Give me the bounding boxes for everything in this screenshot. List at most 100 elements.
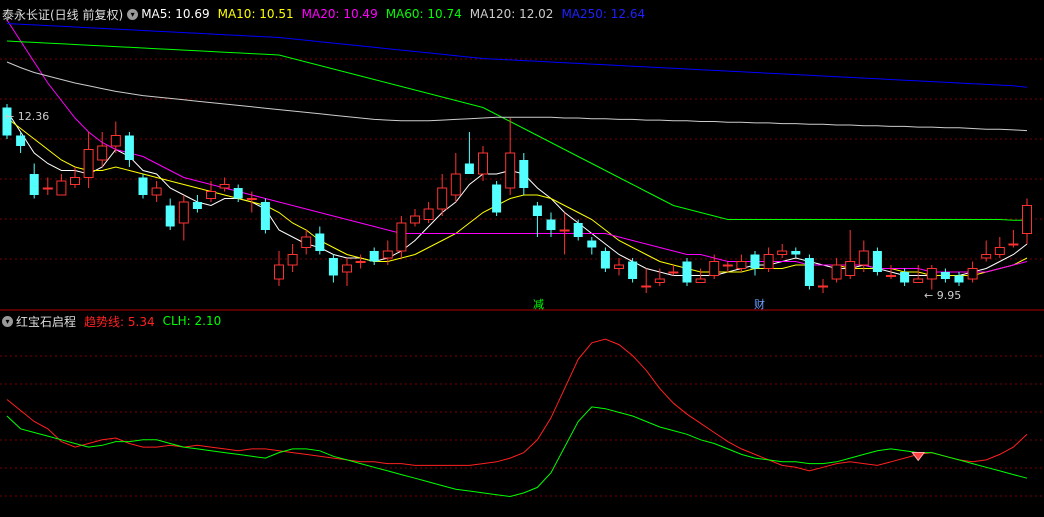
candle-body — [926, 268, 937, 280]
candle-body — [532, 205, 542, 216]
candle-body — [831, 264, 842, 280]
candle — [492, 181, 502, 216]
main-panel-header: 泰永长证(日线 前复权) ▾ MA5: 10.69 MA10: 10.51 MA… — [2, 5, 653, 23]
candle-body — [519, 160, 529, 188]
candle-body — [260, 202, 270, 230]
candle-body — [695, 278, 706, 283]
candle-body — [355, 261, 366, 263]
stock-title[interactable]: 泰永长证(日线 前复权) — [2, 6, 123, 23]
candle-body — [178, 201, 189, 224]
candle-body — [722, 264, 733, 267]
candle-body — [628, 261, 638, 279]
kline-chart — [0, 0, 1044, 517]
candle-body — [450, 173, 461, 196]
sub-panel-header: ▾ 红宝石启程 趋势线: 5.34 CLH: 2.10 — [2, 312, 229, 330]
candle-body — [546, 219, 556, 230]
ma250-label: MA250: 12.64 — [561, 7, 646, 21]
candle-body — [206, 191, 216, 199]
candle-body — [16, 135, 26, 146]
trend-line-label: 趋势线: 5.34 — [84, 314, 155, 329]
candle-body — [682, 261, 692, 283]
candle-body — [791, 251, 801, 255]
candle-body — [165, 205, 175, 227]
candle-body — [573, 223, 583, 237]
candle-body — [138, 177, 148, 195]
candle-body — [709, 261, 720, 276]
sub-indicator-title[interactable]: 红宝石启程 — [16, 313, 76, 330]
candle-body — [83, 149, 94, 178]
candle-body — [42, 187, 53, 190]
candle-body — [954, 275, 964, 283]
ma5-label: MA5: 10.69 — [141, 7, 210, 21]
candle-body — [872, 251, 882, 272]
candle-body — [328, 258, 338, 276]
candle-body — [423, 208, 434, 220]
candle-body — [940, 272, 950, 279]
candle-body — [913, 278, 924, 283]
candle-body — [763, 254, 774, 269]
candle-body — [654, 278, 665, 283]
candle-body — [994, 247, 1005, 255]
settings-icon[interactable]: ▾ — [2, 315, 13, 327]
candle-body — [29, 174, 39, 195]
candle-body — [315, 233, 325, 251]
candle-body — [151, 187, 162, 196]
candle — [872, 247, 882, 276]
candle-body — [246, 198, 257, 200]
candle-body — [641, 285, 652, 288]
candle-body — [478, 152, 488, 175]
candle-body — [505, 152, 516, 189]
candle-body — [192, 202, 202, 209]
candle-body — [845, 261, 856, 276]
candle-body — [464, 163, 474, 174]
candle-body — [600, 251, 610, 269]
high-price-label: ← 12.36 — [5, 110, 50, 123]
ma120-label: MA120: 12.02 — [469, 7, 554, 21]
low-price-label: ← 9.95 — [924, 289, 962, 302]
candle-body — [410, 215, 420, 224]
candle-body — [818, 285, 828, 288]
candle-body — [777, 250, 788, 255]
candle-body — [967, 268, 978, 280]
candle-body — [70, 177, 80, 185]
candle-body — [382, 250, 393, 259]
candle — [682, 258, 692, 286]
candle-body — [668, 271, 679, 274]
candle-body — [750, 254, 760, 269]
candle-body — [369, 251, 379, 262]
candle-body — [437, 187, 448, 210]
candle-body — [56, 180, 67, 196]
candle — [628, 258, 638, 283]
candle-body — [1008, 243, 1019, 246]
candle — [138, 174, 148, 199]
candle — [260, 198, 270, 234]
candle-body — [614, 264, 624, 269]
settings-icon[interactable]: ▾ — [127, 8, 139, 20]
candle-body — [981, 254, 992, 259]
ma20-label: MA20: 10.49 — [301, 7, 378, 21]
candle-body — [124, 135, 134, 160]
candle-body — [1022, 205, 1032, 234]
ma10-label: MA10: 10.51 — [217, 7, 294, 21]
candle-body — [342, 264, 352, 273]
event-mark-reduce[interactable]: 减 — [533, 296, 544, 312]
candle — [804, 254, 814, 290]
candle-body — [900, 272, 910, 283]
candle-body — [886, 275, 896, 277]
ma60-label: MA60: 10.74 — [385, 7, 462, 21]
candle-body — [274, 264, 284, 280]
candle — [600, 247, 610, 272]
candle-body — [110, 135, 121, 147]
clh-label: CLH: 2.10 — [162, 314, 222, 328]
candle-body — [559, 229, 570, 232]
candle-body — [858, 250, 869, 266]
candle-body — [736, 261, 747, 269]
event-mark-finance[interactable]: 财 — [754, 296, 765, 312]
candle-body — [804, 258, 814, 286]
candle-body — [287, 254, 298, 266]
candle-body — [219, 184, 230, 189]
candle-body — [587, 240, 597, 248]
candle-body — [396, 222, 407, 252]
candle-body — [301, 236, 312, 248]
candle-body — [97, 145, 108, 161]
